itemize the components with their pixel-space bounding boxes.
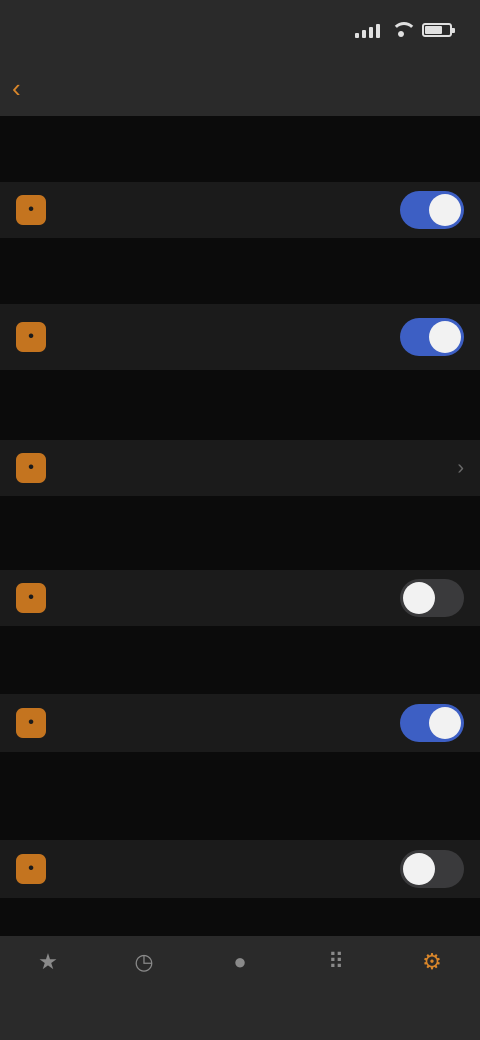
settings-list: • • • › • • •	[0, 116, 480, 936]
settings-row-6[interactable]: •	[0, 840, 480, 898]
toggle-switch[interactable]	[400, 191, 464, 229]
tab-bar: ★ ◷ ● ⠿ ⚙	[0, 936, 480, 1040]
setting-icon: •	[16, 708, 46, 738]
toggle-knob	[429, 194, 461, 226]
toggle-switch[interactable]	[400, 318, 464, 356]
tab-keypad[interactable]: ⠿	[288, 948, 384, 1040]
status-icons	[355, 22, 455, 38]
wifi-icon	[390, 22, 417, 38]
toggle-knob	[403, 582, 435, 614]
keypad-icon: ⠿	[327, 949, 345, 974]
chevron-right-icon: ›	[457, 456, 464, 479]
status-bar	[0, 0, 480, 60]
person-icon: ●	[233, 949, 247, 974]
toggle-switch[interactable]	[400, 850, 464, 888]
setting-icon: •	[16, 322, 46, 352]
star-icon: ★	[38, 949, 58, 974]
tab-recents[interactable]: ◷	[96, 948, 192, 1040]
battery-level	[425, 26, 442, 34]
setting-icon: •	[16, 195, 46, 225]
chevron-left-icon: ‹	[12, 73, 21, 103]
tab-favorites[interactable]: ★	[0, 948, 96, 1040]
battery-icon	[422, 23, 455, 37]
setting-icon: •	[16, 854, 46, 884]
settings-row-4[interactable]: •	[0, 570, 480, 626]
settings-row-2[interactable]: •	[0, 304, 480, 370]
toggle-switch[interactable]	[400, 579, 464, 617]
tab-contacts[interactable]: ●	[192, 948, 288, 1040]
toggle-switch[interactable]	[400, 704, 464, 742]
settings-row-3[interactable]: • ›	[0, 440, 480, 496]
setting-icon: •	[16, 583, 46, 613]
toggle-knob	[429, 707, 461, 739]
toggle-knob	[429, 321, 461, 353]
signal-icon	[355, 22, 380, 38]
gear-icon: ⚙	[422, 949, 442, 974]
toggle-knob	[403, 853, 435, 885]
navigation-bar: ‹	[0, 60, 480, 116]
setting-icon: •	[16, 453, 46, 483]
settings-row-1[interactable]: •	[0, 182, 480, 238]
back-button[interactable]: ‹	[12, 60, 25, 116]
clock-icon: ◷	[134, 949, 154, 974]
settings-row-5[interactable]: •	[0, 694, 480, 752]
tab-settings[interactable]: ⚙	[384, 948, 480, 1040]
